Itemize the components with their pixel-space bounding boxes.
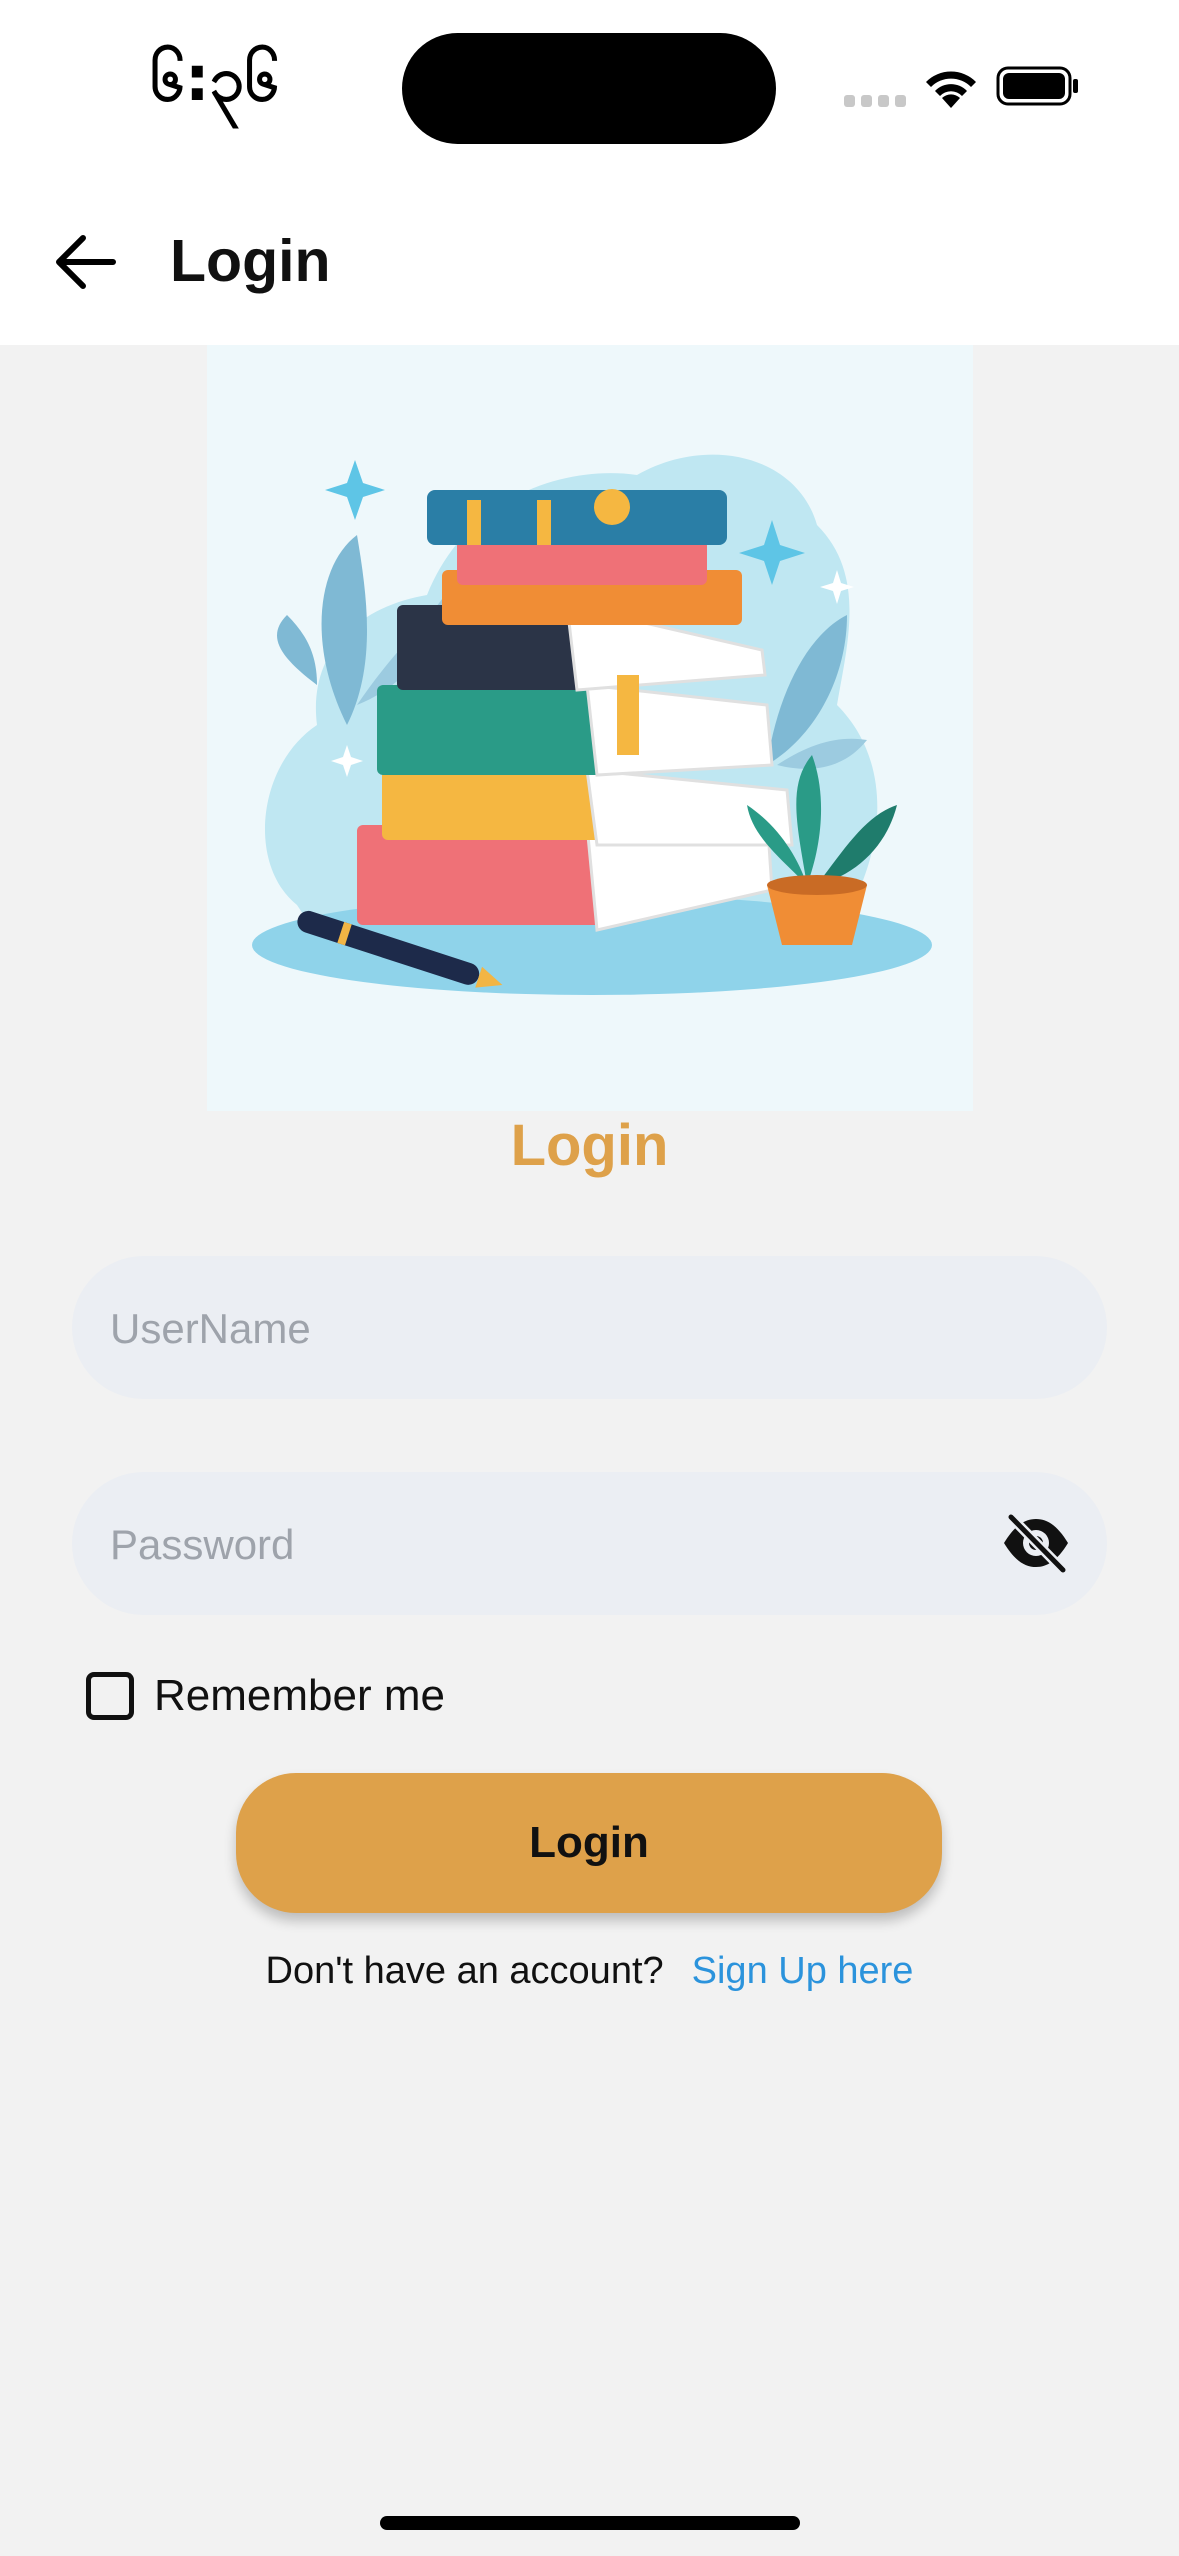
form-heading: Login — [510, 1113, 669, 1178]
username-input[interactable] — [108, 1256, 1012, 1401]
remember-me-label: Remember me — [154, 1671, 445, 1720]
dynamic-island — [402, 33, 776, 144]
status-bar: ၆:၃၆ — [0, 0, 1179, 180]
book-stack-illustration — [207, 345, 973, 1111]
remember-me-row[interactable]: Remember me — [86, 1666, 445, 1726]
signup-prompt: Don't have an account? — [265, 1950, 664, 1992]
login-button[interactable]: Login — [236, 1773, 942, 1913]
back-button[interactable] — [40, 222, 130, 302]
app-bar: Login — [0, 180, 1179, 345]
arrow-left-icon — [56, 235, 116, 289]
home-indicator — [380, 2516, 800, 2530]
app-bar-title: Login — [170, 228, 331, 294]
battery-icon — [996, 66, 1078, 106]
status-time: ၆:၃၆ — [150, 42, 280, 115]
signup-row: Don't have an account? Sign Up here — [0, 1950, 1179, 1993]
remember-me-checkbox[interactable] — [86, 1672, 134, 1720]
signal-icon — [844, 95, 906, 107]
wifi-icon — [926, 71, 976, 108]
signup-link[interactable]: Sign Up here — [692, 1950, 914, 1992]
username-field[interactable] — [72, 1256, 1107, 1401]
eye-off-icon[interactable] — [1001, 1512, 1071, 1574]
password-input[interactable] — [108, 1472, 1012, 1617]
password-field[interactable] — [72, 1472, 1107, 1617]
